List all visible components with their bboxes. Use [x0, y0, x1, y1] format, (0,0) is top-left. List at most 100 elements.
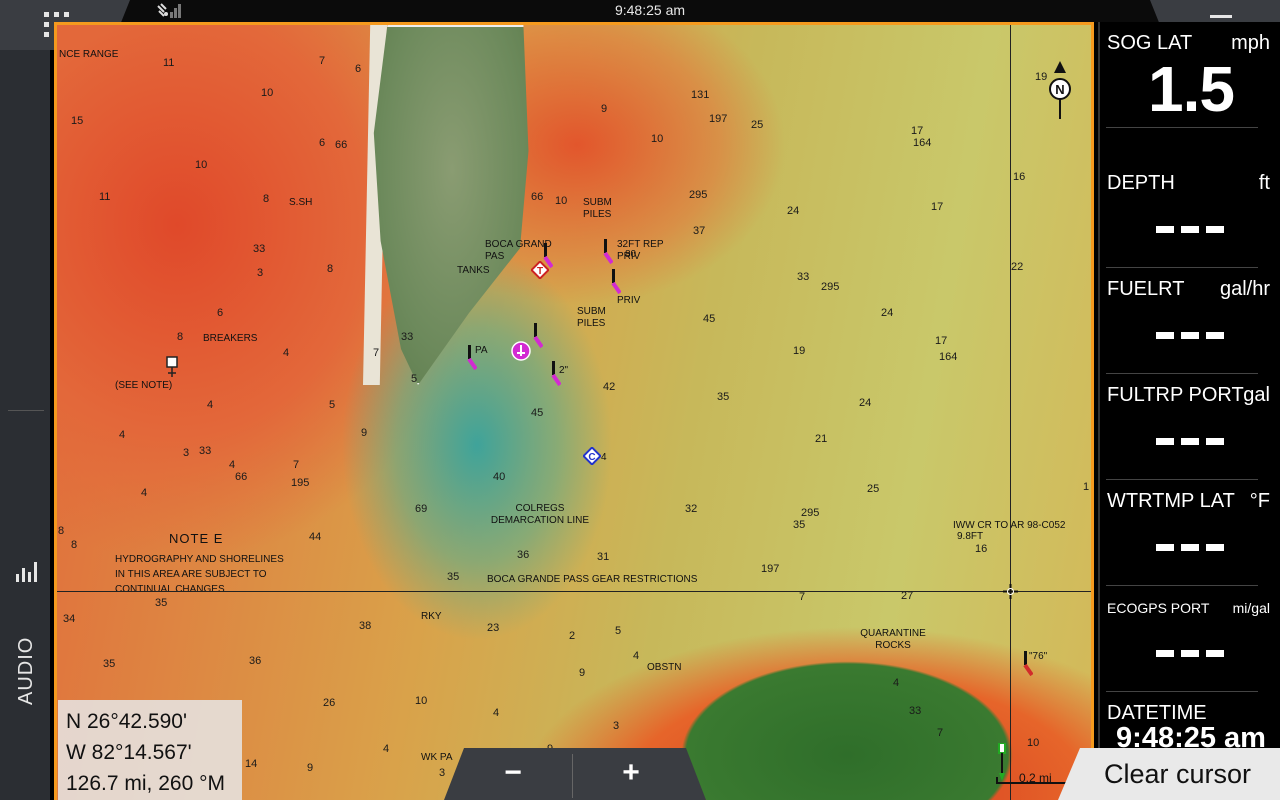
depth-sounding: 8 — [71, 539, 78, 551]
depth-sounding: 17 — [931, 201, 944, 213]
chart-label-quarantine: QUARANTINE ROCKS — [860, 628, 926, 651]
chart-label-rky: RKY — [421, 611, 442, 622]
clear-cursor-button[interactable]: Clear cursor — [1058, 748, 1280, 800]
chart-label-subm-piles: SUBM PILES — [583, 197, 612, 220]
status-bar: 9:48:25 am — [0, 0, 1280, 22]
depth-sounding: 35 — [717, 391, 730, 403]
depth-sounding: 131 — [691, 89, 710, 101]
cursor-crosshair-icon[interactable] — [1003, 584, 1018, 599]
tile-unit: ft — [1258, 172, 1270, 194]
depth-sounding: 4 — [141, 487, 148, 499]
tile-sog[interactable]: SOG LAT mph 1.5 — [1100, 22, 1280, 128]
zoom-in-button[interactable]: + — [576, 748, 686, 800]
depth-sounding: 34 — [63, 613, 76, 625]
depth-sounding: 44 — [309, 531, 322, 543]
tile-value: 1.5 — [1148, 53, 1235, 125]
depth-sounding: 16 — [975, 543, 988, 555]
depth-sounding: 24 — [787, 205, 800, 217]
depth-sounding: 10 — [415, 695, 428, 707]
tile-depth[interactable]: DEPTH ft — [1100, 162, 1280, 268]
tile-unit: gal — [1243, 384, 1270, 406]
depth-sounding: 45 — [703, 313, 716, 325]
chart-label-see-note: (SEE NOTE) — [115, 380, 173, 391]
buoy-icon[interactable] — [165, 355, 179, 379]
marina-icon[interactable] — [511, 341, 531, 361]
depth-sounding: 26 — [323, 697, 336, 709]
note-line: CONTINUAL CHANGES — [115, 584, 225, 595]
equalizer-icon — [16, 562, 38, 582]
depth-sounding: 197 — [709, 113, 728, 125]
zoom-out-button[interactable]: − — [458, 748, 568, 800]
depth-sounding: 36 — [249, 655, 262, 667]
chart-label-marker-80: 80 — [625, 249, 637, 260]
note-line: HYDROGRAPHY AND SHORELINES — [115, 554, 284, 565]
audio-sidebar[interactable]: AUDIO — [0, 50, 50, 800]
tile-unit: mi/gal — [1232, 600, 1270, 616]
channel-marker-icon[interactable] — [465, 345, 477, 373]
north-arrow-icon[interactable]: N — [1047, 61, 1073, 131]
depth-sounding: 38 — [359, 620, 372, 632]
tile-unit: gal/hr — [1219, 278, 1270, 300]
depth-sounding: 2 — [569, 630, 576, 642]
depth-sounding: 7 — [293, 459, 300, 471]
chart-label-tanks: TANKS — [457, 265, 490, 276]
gasparilla-island — [373, 25, 529, 385]
depth-sounding: 25 — [751, 119, 764, 131]
svg-text:C: C — [588, 452, 595, 463]
depth-sounding: 22 — [1011, 261, 1024, 273]
channel-marker-icon[interactable] — [549, 361, 561, 389]
chart-label-ssh: S.SH — [289, 197, 313, 208]
chart-label-breakers: BREAKERS — [203, 333, 258, 344]
depth-sounding: 9 — [361, 427, 368, 439]
channel-marker-icon[interactable] — [601, 239, 613, 267]
tide-station-icon[interactable]: T — [531, 261, 549, 279]
depth-sounding: 197 — [761, 563, 780, 575]
depth-sounding: 5 — [615, 625, 622, 637]
depth-sounding: 3 — [257, 267, 264, 279]
channel-marker-icon[interactable] — [1021, 651, 1033, 679]
current-station-icon[interactable]: C — [583, 447, 601, 465]
status-time: 9:48:25 am — [614, 2, 686, 18]
depth-sounding: 7 — [937, 727, 944, 739]
depth-sounding: 25 — [867, 483, 880, 495]
tile-water-temp[interactable]: WTRTMP LAT °F — [1100, 480, 1280, 586]
navigation-chart[interactable]: NCE RANGE S.SH BREAKERS (SEE NOTE) BOCA … — [54, 22, 1094, 800]
depth-sounding: 33 — [797, 271, 810, 283]
cursor-horizontal-line — [57, 591, 1091, 592]
depth-sounding: 35 — [155, 597, 168, 609]
depth-sounding: 1 — [1083, 481, 1090, 493]
depth-sounding: 24 — [881, 307, 894, 319]
depth-sounding: 9 — [579, 667, 586, 679]
depth-sounding: 66 — [235, 471, 248, 483]
tile-name: DEPTH — [1107, 172, 1175, 194]
channel-marker-icon[interactable] — [609, 269, 621, 297]
depth-sounding: 14 — [245, 758, 258, 770]
depth-sounding: 4 — [383, 743, 390, 755]
tile-name: ECOGPS PORT — [1107, 600, 1210, 616]
instrument-panel[interactable]: SOG LAT mph 1.5 DEPTH ft FUELRT gal/hr F… — [1098, 22, 1280, 748]
chart-label-obstn: OBSTN — [647, 662, 682, 673]
tile-name: FUELRT — [1107, 278, 1185, 300]
depth-sounding: 8 — [58, 525, 65, 537]
depth-sounding: 35 — [793, 519, 806, 531]
tile-fuel-rate[interactable]: FUELRT gal/hr — [1100, 268, 1280, 374]
depth-sounding: 4 — [229, 459, 236, 471]
channel-marker-icon[interactable] — [531, 323, 543, 351]
depth-sounding: 33 — [401, 331, 414, 343]
tile-fuel-trip[interactable]: FULTRP PORT gal — [1100, 374, 1280, 480]
depth-sounding: 6 — [355, 63, 362, 75]
depth-sounding: 9 — [307, 762, 314, 774]
depth-sounding: 19 — [793, 345, 806, 357]
depth-sounding: 33 — [199, 445, 212, 457]
depth-sounding: 5 — [329, 399, 336, 411]
tile-economy[interactable]: ECOGPS PORT mi/gal — [1100, 586, 1280, 692]
gps-signal-icon — [157, 3, 181, 18]
cursor-position-box: N 26°42.590' W 82°14.567' 126.7 mi, 260 … — [58, 700, 242, 800]
chart-label-colregs: COLREGS DEMARCATION LINE — [490, 503, 590, 526]
depth-sounding: 295 — [801, 507, 820, 519]
cursor-range-bearing: 126.7 mi, 260 °M — [66, 772, 225, 795]
depth-sounding: 21 — [815, 433, 828, 445]
tile-datetime[interactable]: DATETIME 9:48:25 am — [1100, 692, 1280, 748]
depth-sounding: 23 — [487, 622, 500, 634]
depth-sounding: 3 — [613, 720, 620, 732]
